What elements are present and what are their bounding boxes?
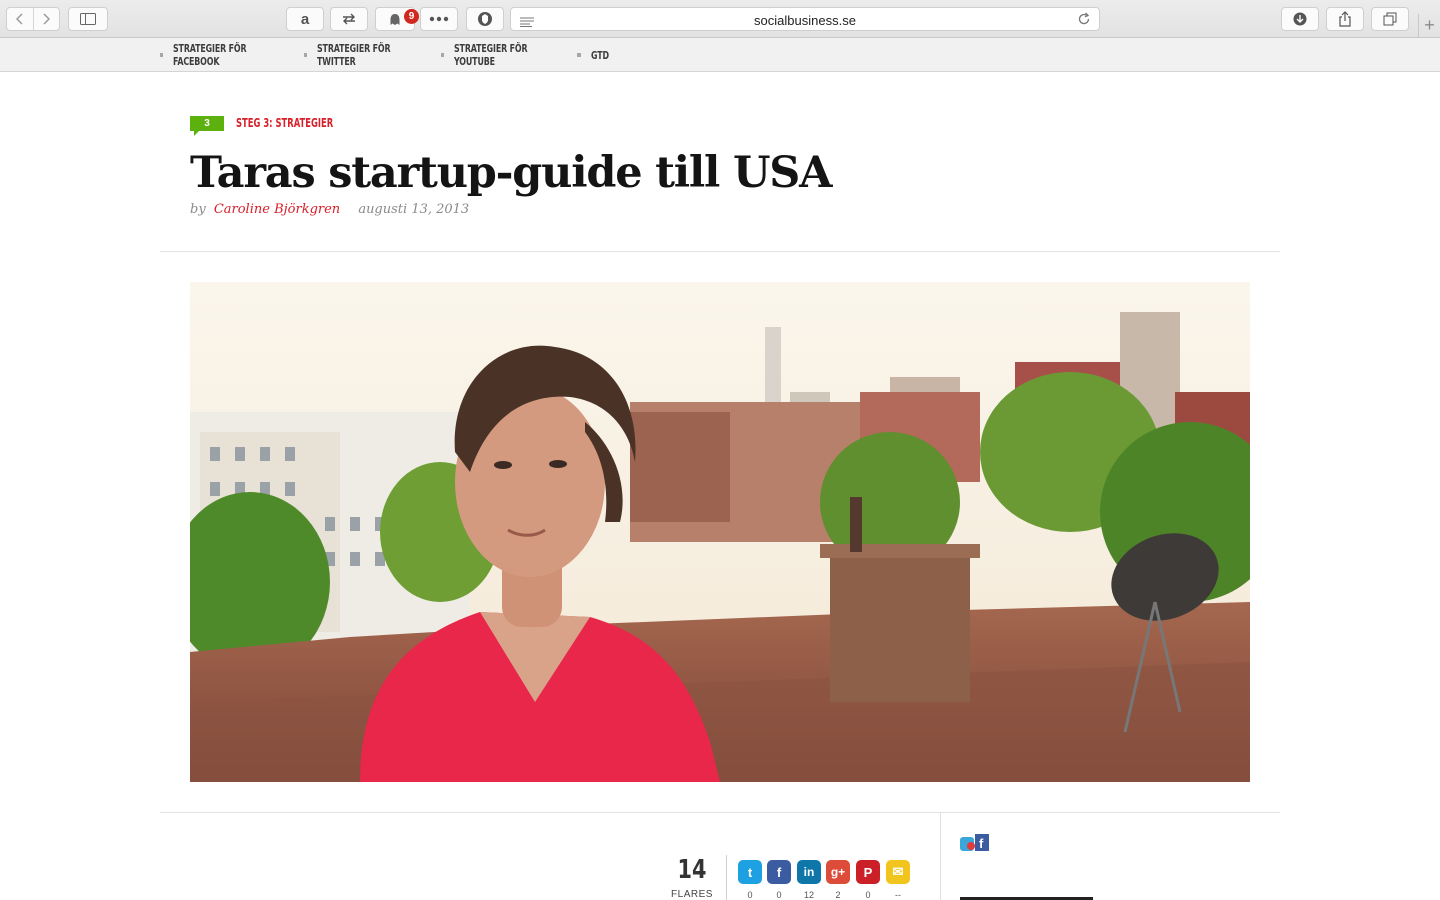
nav-link-youtube[interactable]: STRATEGIER FÖR YOUTUBE xyxy=(454,42,534,68)
bullet xyxy=(304,53,307,57)
twitter-icon: t xyxy=(747,864,753,880)
shield-icon[interactable] xyxy=(466,7,504,31)
browser-toolbar: a 9 socialbusiness.se + xyxy=(0,0,1440,38)
flares-count: 14 xyxy=(677,855,707,885)
site-nav: STRATEGIER FÖR FACEBOOK STRATEGIER FÖR T… xyxy=(0,38,1440,72)
flares-divider xyxy=(726,855,727,900)
header-divider xyxy=(160,251,1280,252)
email-icon: ✉ xyxy=(892,864,904,879)
category-link[interactable]: STEG 3: STRATEGIER xyxy=(236,116,333,130)
category-number-badge[interactable]: 3 xyxy=(190,116,224,136)
email-share-count: -- xyxy=(895,890,901,900)
email-share-button[interactable]: ✉ xyxy=(886,860,910,884)
pinterest-share-button[interactable]: P xyxy=(856,860,880,884)
google-plus-icon: g+ xyxy=(830,865,846,879)
url-text: socialbusiness.se xyxy=(754,13,856,28)
pinterest-icon: P xyxy=(863,864,873,880)
new-tab-icon[interactable]: + xyxy=(1418,14,1440,38)
nav-link-gtd[interactable]: GTD xyxy=(591,49,609,62)
bullet xyxy=(441,53,444,57)
article-title: Taras startup-guide till USA xyxy=(190,148,832,198)
google-plus-share-count: 2 xyxy=(835,890,841,900)
nav-item-gtd[interactable]: GTD xyxy=(577,49,616,62)
content-divider xyxy=(160,812,1280,813)
forward-icon[interactable] xyxy=(32,8,59,30)
hero-image xyxy=(190,282,1250,782)
back-icon[interactable] xyxy=(7,8,33,30)
linkedin-share-button[interactable]: in xyxy=(797,860,821,884)
nav-item-facebook[interactable]: STRATEGIER FÖR FACEBOOK xyxy=(160,42,292,68)
sidebar-icon[interactable] xyxy=(68,7,108,31)
swap-icon[interactable] xyxy=(330,7,368,31)
svg-text:f: f xyxy=(979,836,984,851)
flares-counter: 14 FLARES xyxy=(664,856,720,900)
byline: by Caroline Björkgren augusti 13, 2013 xyxy=(190,202,469,217)
twitter-share-button[interactable]: t xyxy=(738,860,762,884)
tabs-icon[interactable] xyxy=(1371,7,1409,31)
pinterest-share-count: 0 xyxy=(865,890,871,900)
facebook-share-count: 0 xyxy=(776,890,782,900)
linkedin-share-count: 12 xyxy=(803,890,814,900)
back-forward-group xyxy=(6,7,60,31)
twitter-share-count: 0 xyxy=(747,890,753,900)
linkedin-icon: in xyxy=(803,865,815,879)
facebook-icon: f xyxy=(776,864,782,880)
article-date: augusti 13, 2013 xyxy=(358,202,470,217)
social-widget-icon[interactable]: f xyxy=(960,834,990,852)
nav-link-twitter[interactable]: STRATEGIER FÖR TWITTER xyxy=(317,42,398,68)
amazon-icon[interactable]: a xyxy=(286,7,324,31)
download-icon[interactable] xyxy=(1281,7,1319,31)
flares-label: FLARES xyxy=(671,889,713,900)
author-link[interactable]: Caroline Björkgren xyxy=(214,202,340,217)
facebook-share-button[interactable]: f xyxy=(767,860,791,884)
ghostery-icon[interactable]: 9 xyxy=(375,7,419,31)
nav-link-facebook[interactable]: STRATEGIER FÖR FACEBOOK xyxy=(173,42,259,68)
reload-icon[interactable] xyxy=(1077,12,1091,31)
google-plus-share-button[interactable]: g+ xyxy=(826,860,850,884)
nav-item-twitter[interactable]: STRATEGIER FÖR TWITTER xyxy=(304,42,429,68)
bullet xyxy=(160,53,163,57)
address-bar[interactable]: socialbusiness.se xyxy=(510,7,1100,31)
byline-by: by xyxy=(190,202,206,217)
sidebar-divider xyxy=(940,812,941,900)
nav-item-youtube[interactable]: STRATEGIER FÖR YOUTUBE xyxy=(441,42,565,68)
bullet xyxy=(577,53,581,57)
share-icon[interactable] xyxy=(1326,7,1364,31)
more-icon[interactable] xyxy=(420,7,458,31)
extension-badge: 9 xyxy=(404,9,419,24)
